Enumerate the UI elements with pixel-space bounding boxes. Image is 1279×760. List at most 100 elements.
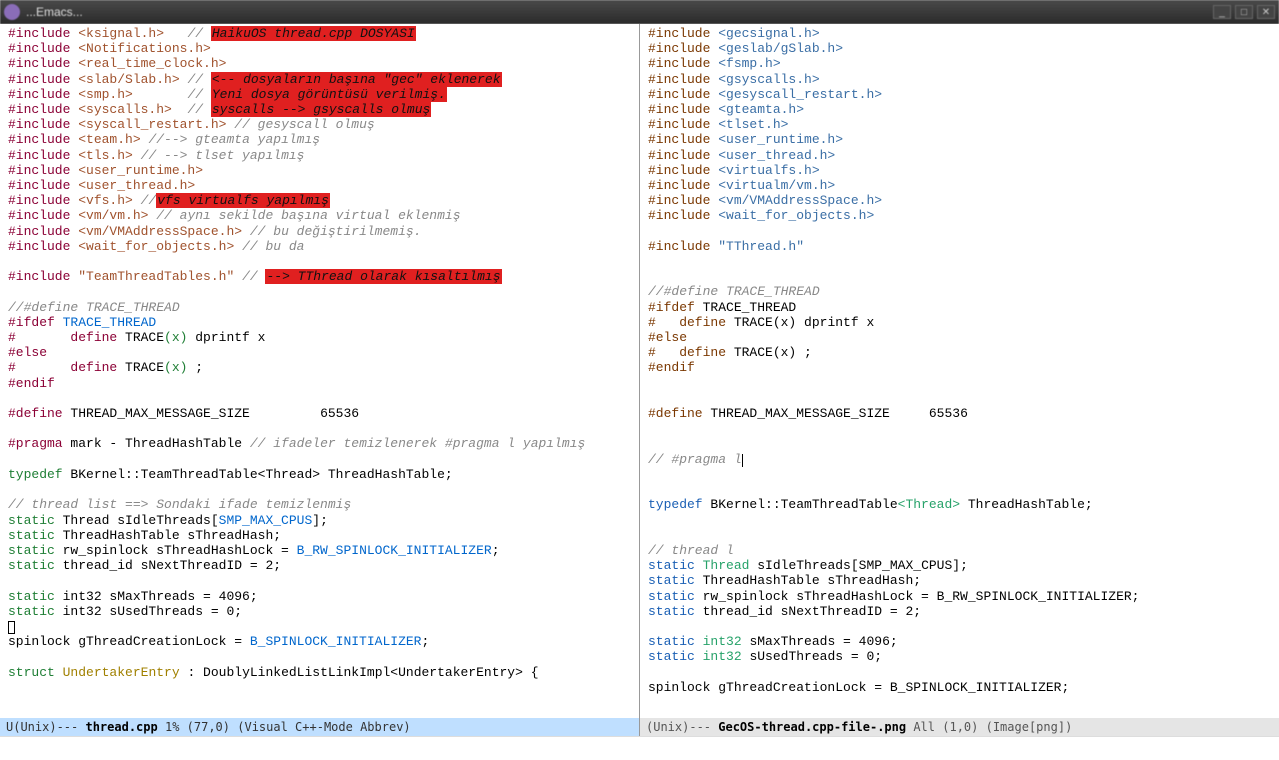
code-line: #define THREAD_MAX_MESSAGE_SIZE 65536 xyxy=(648,406,1271,421)
code-line: #include <wait_for_objects.h> xyxy=(648,208,1271,223)
code-line: static Thread sIdleThreads[SMP_MAX_CPUS]… xyxy=(648,558,1271,573)
code-line: static int32 sUsedThreads = 0; xyxy=(648,649,1271,664)
code-line xyxy=(8,649,631,664)
code-line: static int32 sMaxThreads = 4096; xyxy=(8,589,631,604)
modeline-left[interactable]: U(Unix)--- thread.cpp 1% (77,0) (Visual … xyxy=(0,718,639,736)
code-line: static thread_id sNextThreadID = 2; xyxy=(648,604,1271,619)
maximize-button[interactable]: □ xyxy=(1235,5,1253,19)
code-line: //#define TRACE_THREAD xyxy=(648,284,1271,299)
code-area-right[interactable]: #include <gecsignal.h>#include <geslab/g… xyxy=(640,24,1279,736)
code-line: // thread list ==> Sondaki ifade temizle… xyxy=(8,497,631,512)
code-line: #include <virtualfs.h> xyxy=(648,163,1271,178)
code-line: #endif xyxy=(8,376,631,391)
code-line: #define THREAD_MAX_MESSAGE_SIZE 65536 xyxy=(8,406,631,421)
code-line: //#define TRACE_THREAD xyxy=(8,300,631,315)
code-line: #include <vm/VMAddressSpace.h> xyxy=(648,193,1271,208)
window-buttons: _ □ ✕ xyxy=(1213,5,1275,19)
code-line: #include <geslab/gSlab.h> xyxy=(648,41,1271,56)
titlebar: ...Emacs... _ □ ✕ xyxy=(0,0,1279,24)
code-line: #include <syscall_restart.h> // gesyscal… xyxy=(8,117,631,132)
code-line xyxy=(648,436,1271,451)
code-line: #include <user_runtime.h> xyxy=(8,163,631,178)
code-line: #include <Notifications.h> xyxy=(8,41,631,56)
code-line xyxy=(648,482,1271,497)
modeline-pos: All xyxy=(913,720,935,734)
code-line: #include <vm/VMAddressSpace.h> // bu değ… xyxy=(8,224,631,239)
code-line: #else xyxy=(8,345,631,360)
window-title: ...Emacs... xyxy=(26,5,1213,19)
code-line: #pragma mark - ThreadHashTable // ifadel… xyxy=(8,436,631,451)
code-line xyxy=(648,421,1271,436)
close-button[interactable]: ✕ xyxy=(1257,5,1275,19)
right-pane[interactable]: #include <gecsignal.h>#include <geslab/g… xyxy=(640,24,1279,736)
block-cursor xyxy=(8,621,15,634)
code-line: static rw_spinlock sThreadHashLock = B_R… xyxy=(8,543,631,558)
code-line: #include <user_thread.h> xyxy=(8,178,631,193)
code-line: #include <real_time_clock.h> xyxy=(8,56,631,71)
code-line xyxy=(648,254,1271,269)
code-line: static int32 sUsedThreads = 0; xyxy=(8,604,631,619)
code-line: typedef BKernel::TeamThreadTable<Thread>… xyxy=(648,497,1271,512)
left-pane[interactable]: #include <ksignal.h> // HaikuOS thread.c… xyxy=(0,24,640,736)
code-line: #else xyxy=(648,330,1271,345)
code-line: spinlock gThreadCreationLock = B_SPINLOC… xyxy=(8,634,631,649)
code-line xyxy=(8,573,631,588)
code-line: typedef BKernel::TeamThreadTable<Thread>… xyxy=(8,467,631,482)
code-line: #include <virtualm/vm.h> xyxy=(648,178,1271,193)
modeline-mode: (Visual C++-Mode Abbrev) xyxy=(237,720,410,734)
code-line: static Thread sIdleThreads[SMP_MAX_CPUS]… xyxy=(8,513,631,528)
code-line xyxy=(648,528,1271,543)
code-line: #include <ksignal.h> // HaikuOS thread.c… xyxy=(8,26,631,41)
modeline-mode: (Image[png]) xyxy=(986,720,1073,734)
code-line: #include <tls.h> // --> tlset yapılmış xyxy=(8,148,631,163)
modeline-coords: (1,0) xyxy=(942,720,978,734)
code-line xyxy=(648,467,1271,482)
code-line: #include <user_runtime.h> xyxy=(648,132,1271,147)
text-cursor xyxy=(742,454,743,467)
minimize-button[interactable]: _ xyxy=(1213,5,1231,19)
modeline-buffer: thread.cpp xyxy=(85,720,157,734)
code-line: #include <syscalls.h> // syscalls --> gs… xyxy=(8,102,631,117)
modeline-coords: (77,0) xyxy=(187,720,230,734)
code-line: #include <gesyscall_restart.h> xyxy=(648,87,1271,102)
code-line xyxy=(648,695,1271,710)
workspace: #include <ksignal.h> // HaikuOS thread.c… xyxy=(0,24,1279,736)
code-line: #include <user_thread.h> xyxy=(648,148,1271,163)
modeline-prefix: (Unix)--- xyxy=(646,720,718,734)
code-line: #include <gecsignal.h> xyxy=(648,26,1271,41)
code-line: #include "TeamThreadTables.h" // --> TTh… xyxy=(8,269,631,284)
code-line xyxy=(8,254,631,269)
code-line: #include <smp.h> // Yeni dosya görüntüsü… xyxy=(8,87,631,102)
code-line xyxy=(8,391,631,406)
code-line xyxy=(648,376,1271,391)
code-line: #ifdef TRACE_THREAD xyxy=(8,315,631,330)
code-line xyxy=(8,482,631,497)
code-line: #include <slab/Slab.h> // <-- dosyaların… xyxy=(8,72,631,87)
code-line: struct UndertakerEntry : DoublyLinkedLis… xyxy=(8,665,631,680)
modeline-spacer xyxy=(158,720,165,734)
modeline-buffer: GecOS-thread.cpp-file-.png xyxy=(718,720,906,734)
code-line: // #pragma l xyxy=(648,452,1271,467)
code-line xyxy=(8,452,631,467)
modeline-right[interactable]: (Unix)--- GecOS-thread.cpp-file-.png All… xyxy=(640,718,1279,736)
code-line: static rw_spinlock sThreadHashLock = B_R… xyxy=(648,589,1271,604)
code-line: #include <team.h> //--> gteamta yapılmış xyxy=(8,132,631,147)
code-line: static thread_id sNextThreadID = 2; xyxy=(8,558,631,573)
code-line xyxy=(648,224,1271,239)
code-line: #endif xyxy=(648,360,1271,375)
minibuffer[interactable] xyxy=(0,736,1279,754)
code-line xyxy=(8,421,631,436)
code-line xyxy=(8,284,631,299)
modeline-spacer2 xyxy=(978,720,985,734)
code-line xyxy=(648,269,1271,284)
code-line xyxy=(648,619,1271,634)
code-line: static ThreadHashTable sThreadHash; xyxy=(648,573,1271,588)
code-line: static int32 sMaxThreads = 4096; xyxy=(648,634,1271,649)
code-line: static ThreadHashTable sThreadHash; xyxy=(8,528,631,543)
code-line: #include <gsyscalls.h> xyxy=(648,72,1271,87)
code-line: // thread l xyxy=(648,543,1271,558)
code-line xyxy=(8,619,631,634)
code-area-left[interactable]: #include <ksignal.h> // HaikuOS thread.c… xyxy=(0,24,639,682)
code-line: #include <vfs.h> //vfs virtualfs yapılmı… xyxy=(8,193,631,208)
code-line: #ifdef TRACE_THREAD xyxy=(648,300,1271,315)
